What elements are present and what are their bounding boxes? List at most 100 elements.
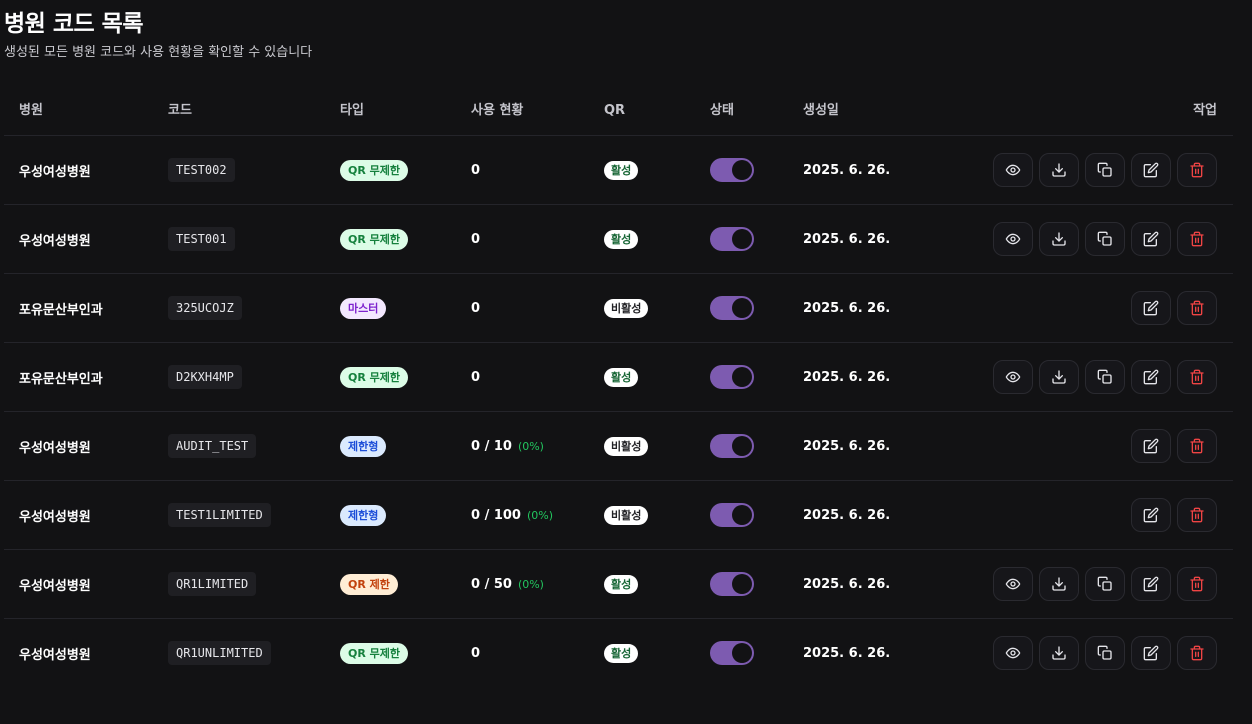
- download-button[interactable]: [1039, 567, 1079, 601]
- delete-button[interactable]: [1177, 360, 1217, 394]
- column-header-type: 타입: [340, 103, 364, 118]
- download-button[interactable]: [1039, 222, 1079, 256]
- copy-icon: [1097, 369, 1113, 385]
- code-cell: D2KXH4MP: [168, 343, 242, 411]
- qr-cell: 활성: [604, 205, 639, 273]
- hospital-name: 포유문산부인과: [19, 302, 103, 318]
- table-row: 우성여성병원 QR1LIMITED QR 제한 0 / 50 (0%) 활성 2025. 6…: [4, 550, 1233, 619]
- status-toggle[interactable]: [710, 641, 754, 665]
- edit-button[interactable]: [1131, 429, 1171, 463]
- edit-button[interactable]: [1131, 360, 1171, 394]
- view-button[interactable]: [993, 360, 1033, 394]
- status-toggle[interactable]: [710, 158, 754, 182]
- delete-button[interactable]: [1177, 153, 1217, 187]
- download-button[interactable]: [1039, 360, 1079, 394]
- table-row: 우성여성병원 TEST1LIMITED 제한형 0 / 100 (0%) 비활성 2025.…: [4, 481, 1233, 550]
- code-cell: QR1LIMITED: [168, 550, 257, 618]
- type-badge: QR 무제한: [340, 642, 409, 664]
- download-icon: [1051, 369, 1067, 385]
- type-badge: QR 무제한: [340, 159, 409, 181]
- delete-button[interactable]: [1177, 636, 1217, 670]
- status-cell: [710, 205, 754, 273]
- eye-icon: [1005, 231, 1021, 247]
- qr-cell: 활성: [604, 136, 639, 204]
- status-cell: [710, 619, 754, 687]
- created-date: 2025. 6. 26.: [803, 645, 891, 661]
- table-body: 우성여성병원 TEST002 QR 무제한 0 활성 2025. 6. 26. 우성여성병원…: [4, 136, 1233, 688]
- code-value: D2KXH4MP: [168, 365, 242, 389]
- hospital-name: 우성여성병원: [19, 440, 91, 456]
- view-button[interactable]: [993, 567, 1033, 601]
- column-header-qr: QR: [604, 103, 626, 118]
- view-button[interactable]: [993, 636, 1033, 670]
- delete-button[interactable]: [1177, 498, 1217, 532]
- status-toggle[interactable]: [710, 503, 754, 527]
- actions-cell: [993, 343, 1217, 411]
- delete-button[interactable]: [1177, 567, 1217, 601]
- copy-button[interactable]: [1085, 636, 1125, 670]
- code-cell: AUDIT_TEST: [168, 412, 257, 480]
- status-toggle[interactable]: [710, 227, 754, 251]
- table-row: 우성여성병원 TEST002 QR 무제한 0 활성 2025. 6. 26.: [4, 136, 1233, 205]
- eye-icon: [1005, 645, 1021, 661]
- status-cell: [710, 274, 754, 342]
- code-value: QR1LIMITED: [168, 572, 257, 596]
- type-badge: 제한형: [340, 504, 387, 526]
- status-cell: [710, 136, 754, 204]
- edit-icon: [1143, 369, 1159, 385]
- edit-button[interactable]: [1131, 498, 1171, 532]
- usage-value: 0: [471, 300, 481, 316]
- type-cell: 제한형: [340, 412, 387, 480]
- created-date: 2025. 6. 26.: [803, 369, 891, 385]
- qr-status-badge: 활성: [604, 229, 639, 249]
- copy-button[interactable]: [1085, 567, 1125, 601]
- eye-icon: [1005, 576, 1021, 592]
- qr-cell: 비활성: [604, 412, 649, 480]
- edit-button[interactable]: [1131, 153, 1171, 187]
- status-toggle[interactable]: [710, 434, 754, 458]
- hospital-name: 우성여성병원: [19, 509, 91, 525]
- table-row: 우성여성병원 QR1UNLIMITED QR 무제한 0 활성 2025. 6. 26.: [4, 619, 1233, 688]
- code-value: 325UCOJZ: [168, 296, 242, 320]
- delete-button[interactable]: [1177, 429, 1217, 463]
- copy-button[interactable]: [1085, 222, 1125, 256]
- code-cell: TEST002: [168, 136, 235, 204]
- edit-button[interactable]: [1131, 222, 1171, 256]
- download-button[interactable]: [1039, 153, 1079, 187]
- edit-button[interactable]: [1131, 636, 1171, 670]
- status-toggle[interactable]: [710, 572, 754, 596]
- qr-status-badge: 활성: [604, 574, 639, 594]
- type-cell: QR 무제한: [340, 343, 409, 411]
- delete-button[interactable]: [1177, 222, 1217, 256]
- status-toggle[interactable]: [710, 365, 754, 389]
- download-button[interactable]: [1039, 636, 1079, 670]
- hospital-name: 우성여성병원: [19, 578, 91, 594]
- column-header-hospital: 병원: [19, 103, 43, 118]
- copy-button[interactable]: [1085, 153, 1125, 187]
- trash-icon: [1189, 300, 1205, 316]
- qr-cell: 활성: [604, 343, 639, 411]
- view-button[interactable]: [993, 222, 1033, 256]
- copy-icon: [1097, 162, 1113, 178]
- toggle-knob: [732, 643, 752, 663]
- type-cell: QR 무제한: [340, 619, 409, 687]
- edit-button[interactable]: [1131, 567, 1171, 601]
- delete-button[interactable]: [1177, 291, 1217, 325]
- download-icon: [1051, 231, 1067, 247]
- edit-button[interactable]: [1131, 291, 1171, 325]
- trash-icon: [1189, 231, 1205, 247]
- toggle-knob: [732, 160, 752, 180]
- code-cell: TEST1LIMITED: [168, 481, 271, 549]
- toggle-knob: [732, 436, 752, 456]
- actions-cell: [993, 550, 1217, 618]
- usage-cell: 0: [471, 136, 480, 204]
- edit-icon: [1143, 231, 1159, 247]
- status-toggle[interactable]: [710, 296, 754, 320]
- status-cell: [710, 412, 754, 480]
- view-button[interactable]: [993, 153, 1033, 187]
- code-value: TEST001: [168, 227, 235, 251]
- copy-button[interactable]: [1085, 360, 1125, 394]
- column-header-code: 코드: [168, 103, 192, 118]
- download-icon: [1051, 162, 1067, 178]
- code-value: AUDIT_TEST: [168, 434, 257, 458]
